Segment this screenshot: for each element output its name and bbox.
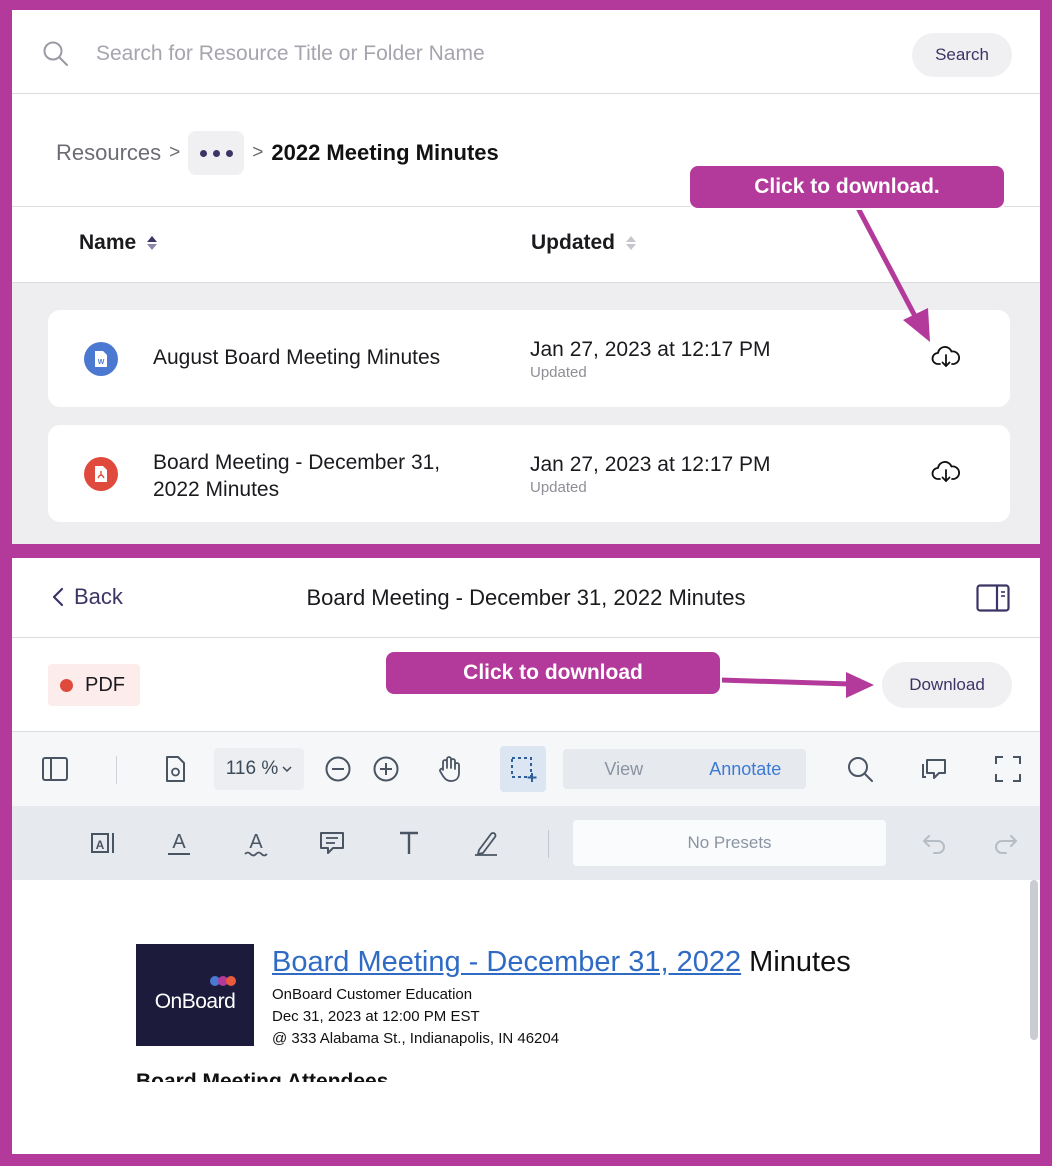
annotation-toolbar: A A A No Presets [12, 806, 1040, 880]
toolbar-divider [548, 830, 549, 858]
zoom-value: 116 % [225, 758, 279, 779]
download-button[interactable]: Download [882, 662, 1012, 708]
svg-text:A: A [172, 831, 186, 853]
document-location: @ 333 Alabama St., Indianapolis, IN 4620… [272, 1030, 560, 1047]
pdf-dot-icon [60, 678, 73, 692]
redo-icon[interactable] [991, 828, 1021, 858]
file-name[interactable]: August Board Meeting Minutes [153, 344, 483, 371]
side-panel-toggle-icon[interactable] [976, 584, 1010, 612]
search-icon [43, 41, 68, 66]
column-header-name[interactable]: Name [79, 231, 158, 255]
breadcrumb-more-button[interactable] [188, 131, 245, 175]
chevron-down-icon [282, 766, 292, 773]
ellipsis-dot-icon [225, 149, 233, 157]
fullscreen-icon[interactable] [993, 754, 1023, 784]
viewer-header: Back Board Meeting - December 31, 2022 M… [12, 558, 1040, 638]
squiggly-tool-icon[interactable]: A [241, 828, 271, 858]
callout-download-viewer: Click to download [384, 650, 722, 696]
breadcrumb: Resources > > 2022 Meeting Minutes [56, 130, 499, 176]
file-updated-date: Jan 27, 2023 at 12:17 PM [530, 338, 771, 361]
svg-text:W: W [98, 359, 105, 366]
breadcrumb-root-link[interactable]: Resources [56, 140, 161, 166]
page-settings-icon[interactable] [160, 754, 190, 784]
search-input[interactable] [96, 36, 736, 72]
table-header: Name Updated [12, 206, 1040, 283]
left-panel-icon[interactable] [40, 754, 70, 784]
underline-tool-icon[interactable]: A [164, 828, 194, 858]
sort-icon [626, 236, 636, 250]
pan-hand-icon[interactable] [434, 754, 464, 784]
file-updated-label: Updated [530, 364, 587, 381]
search-button[interactable]: Search [912, 33, 1012, 77]
table-row[interactable]: W August Board Meeting Minutes Jan 27, 2… [48, 310, 1010, 407]
comments-icon[interactable] [919, 754, 949, 784]
table-body: W August Board Meeting Minutes Jan 27, 2… [12, 283, 1040, 544]
document-organizer: OnBoard Customer Education [272, 986, 473, 1003]
file-name[interactable]: Board Meeting - December 31, 2022 Minute… [153, 449, 483, 503]
document-datetime: Dec 31, 2023 at 12:00 PM EST [272, 1008, 480, 1025]
zoom-in-icon[interactable] [371, 754, 401, 784]
document-heading-suffix: Minutes [741, 946, 851, 978]
mode-toggle: View Annotate [563, 749, 806, 789]
free-text-tool-icon[interactable] [394, 828, 424, 858]
table-row[interactable]: Board Meeting - December 31, 2022 Minute… [48, 425, 1010, 522]
document-scrollbar[interactable] [1030, 880, 1038, 1040]
toolbar-divider [116, 756, 117, 784]
file-type-label: PDF [85, 673, 125, 696]
callout-download-list: Click to download. [688, 164, 1006, 210]
file-type-badge: PDF [48, 664, 140, 706]
word-document-icon: W [84, 342, 118, 376]
tab-view[interactable]: View [563, 759, 685, 780]
document-heading: Board Meeting - December 31, 2022 Minute… [272, 946, 851, 979]
viewer-toolbar: 116 % View Annotate [12, 732, 1040, 806]
logo-dots-icon [210, 976, 236, 986]
zoom-select[interactable]: 116 % [214, 748, 304, 790]
document-section-heading: Board Meeting Attendees [136, 1072, 388, 1082]
document-viewer-panel: Back Board Meeting - December 31, 2022 M… [12, 558, 1040, 1154]
ellipsis-dot-icon [212, 149, 220, 157]
file-updated-date: Jan 27, 2023 at 12:17 PM [530, 453, 771, 476]
breadcrumb-separator: > [169, 142, 181, 163]
file-updated-label: Updated [530, 479, 587, 496]
viewer-title: Board Meeting - December 31, 2022 Minute… [306, 585, 746, 610]
tab-annotate[interactable]: Annotate [685, 759, 807, 780]
marquee-select-icon [511, 757, 537, 782]
column-header-name-label: Name [79, 231, 137, 254]
pdf-document-icon [84, 457, 118, 491]
document-heading-link[interactable]: Board Meeting - December 31, 2022 [272, 946, 741, 978]
breadcrumb-separator: > [252, 142, 264, 163]
selection-tool-button[interactable] [500, 746, 546, 792]
presets-dropdown[interactable]: No Presets [573, 820, 886, 866]
cloud-download-icon[interactable] [931, 345, 961, 369]
onboard-logo: OnBoard [136, 944, 254, 1046]
sort-icon [147, 236, 158, 250]
zoom-out-icon[interactable] [323, 754, 353, 784]
svg-text:A: A [96, 838, 105, 852]
column-header-updated[interactable]: Updated [531, 231, 637, 255]
svg-text:A: A [249, 831, 263, 853]
resources-panel: Search Resources > > 2022 Meeting Minute… [12, 10, 1040, 544]
column-header-updated-label: Updated [531, 231, 615, 254]
logo-text: OnBoard [154, 990, 236, 1013]
text-box-tool-icon[interactable]: A [88, 828, 118, 858]
search-icon[interactable] [845, 754, 875, 784]
pen-tool-icon[interactable] [471, 828, 501, 858]
breadcrumb-current: 2022 Meeting Minutes [271, 140, 499, 165]
note-tool-icon[interactable] [317, 828, 347, 858]
search-bar: Search [12, 10, 1040, 94]
undo-icon[interactable] [919, 828, 949, 858]
cloud-download-icon[interactable] [931, 460, 961, 484]
document-page: OnBoard Board Meeting - December 31, 202… [18, 880, 1026, 1082]
viewer-footer [12, 1082, 1040, 1154]
ellipsis-dot-icon [199, 149, 207, 157]
